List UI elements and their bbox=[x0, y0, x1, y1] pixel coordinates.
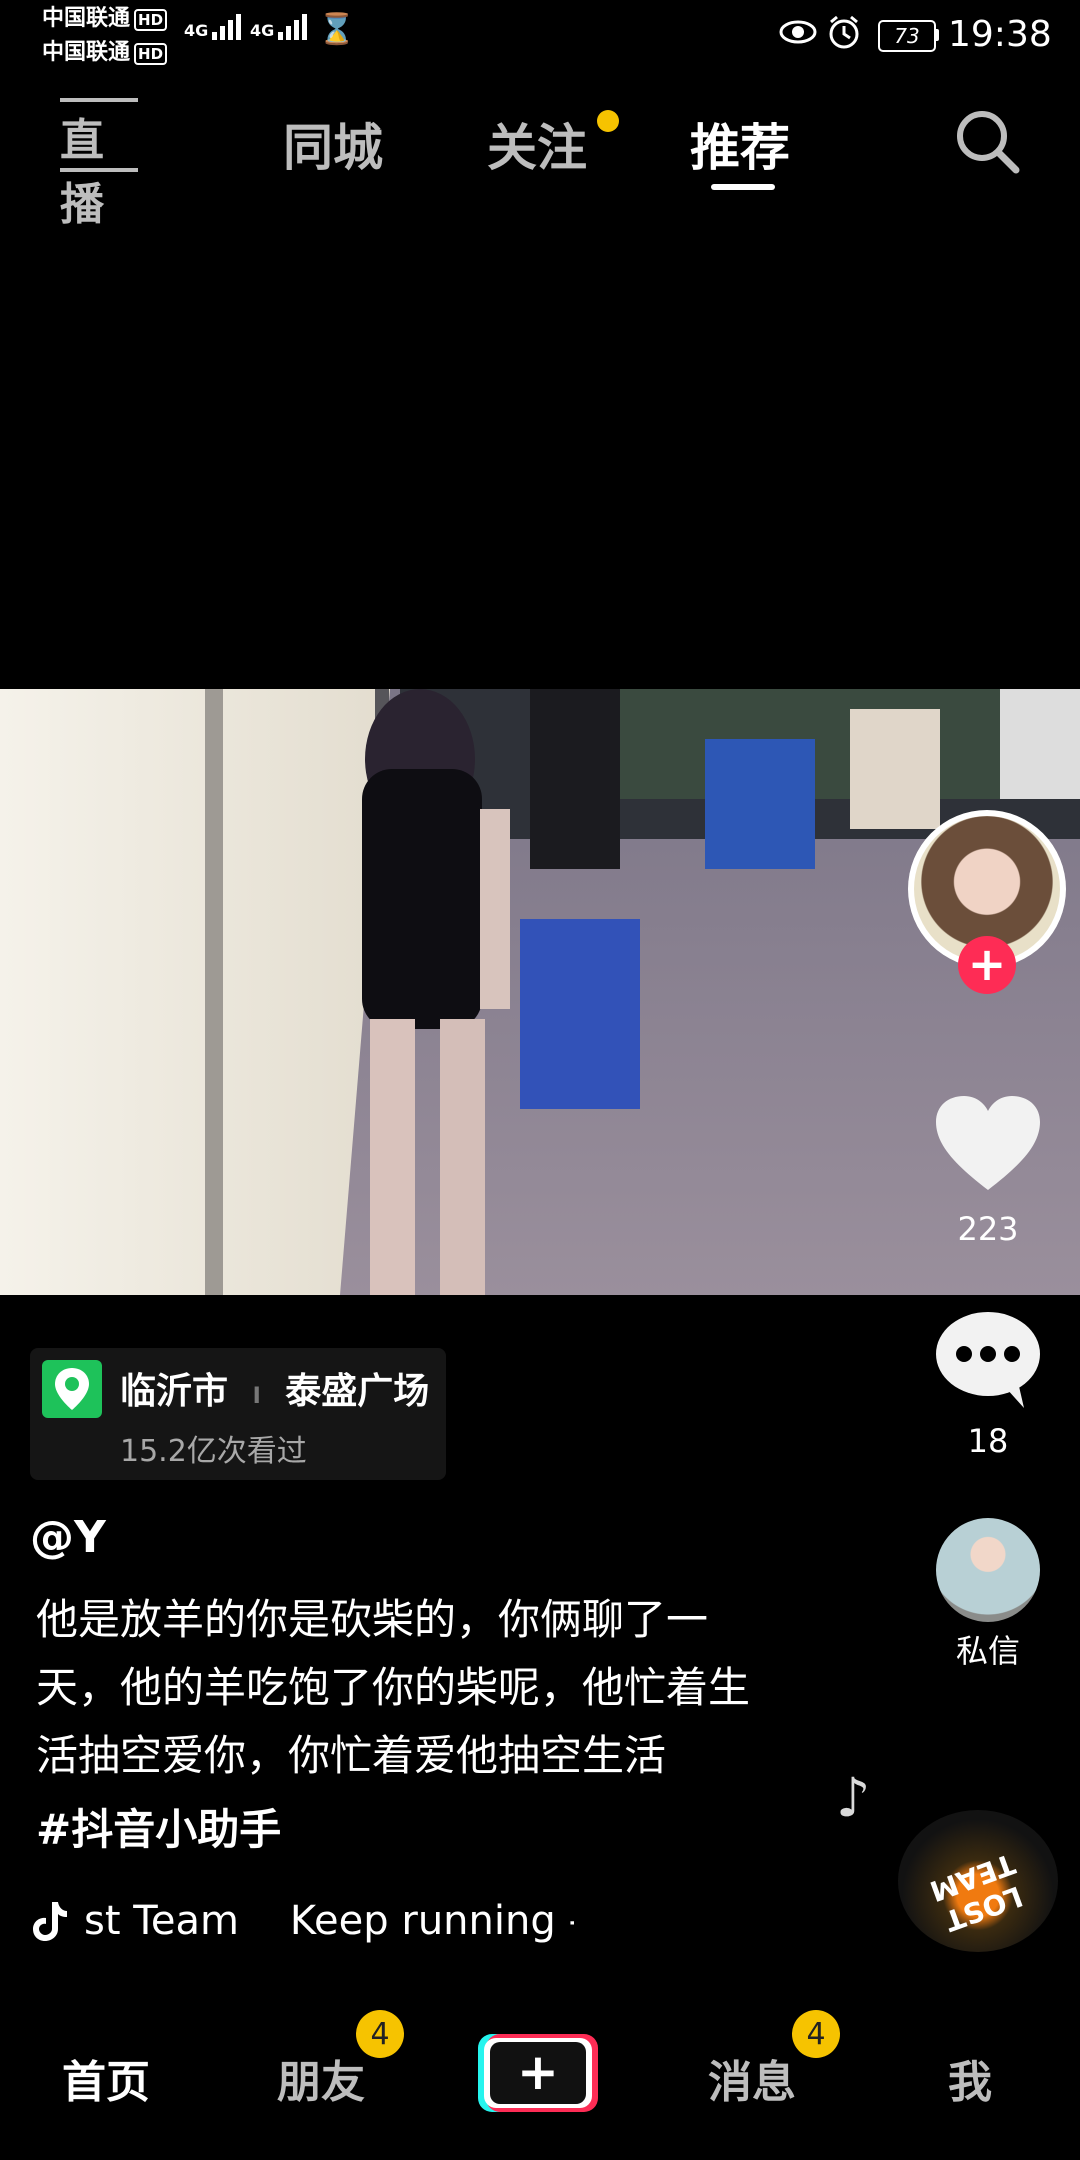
messages-badge: 4 bbox=[792, 2010, 840, 2058]
tab-following[interactable]: 关注 bbox=[487, 108, 587, 180]
nav-me[interactable]: 我 bbox=[948, 2046, 992, 2110]
location-separator: I bbox=[252, 1384, 261, 1409]
music-title[interactable]: st Team Keep running - L bbox=[84, 1898, 574, 1944]
comment-icon[interactable] bbox=[934, 1310, 1042, 1414]
comment-count: 18 bbox=[967, 1422, 1009, 1460]
clock-time: 19:38 bbox=[948, 14, 1052, 55]
nav-messages[interactable]: 消息 bbox=[708, 2046, 796, 2110]
signal-2-icon: 4G bbox=[250, 10, 308, 40]
signal-1-icon: 4G bbox=[184, 10, 242, 40]
dm-avatar[interactable] bbox=[936, 1518, 1040, 1622]
active-tab-indicator bbox=[711, 184, 775, 190]
search-icon[interactable] bbox=[954, 108, 1020, 178]
friends-badge: 4 bbox=[356, 2010, 404, 2058]
tiktok-music-icon bbox=[32, 1900, 68, 1946]
battery-tip bbox=[934, 29, 939, 41]
hashtag-link[interactable]: #抖音小助手 bbox=[36, 1796, 281, 1857]
location-place: 泰盛广场 bbox=[285, 1371, 430, 1412]
author-name[interactable]: @Y bbox=[30, 1512, 106, 1563]
plus-icon: + bbox=[490, 2042, 586, 2104]
tab-recommend[interactable]: 推荐 bbox=[690, 108, 790, 180]
location-pin-icon bbox=[42, 1360, 102, 1418]
nav-friends[interactable]: 朋友 bbox=[277, 2046, 365, 2110]
post-caption: 他是放羊的你是砍柴的，你俩聊了一天，他的羊吃饱了你的柴呢，他忙着生活抽空爱你，你… bbox=[36, 1595, 751, 1780]
status-bar: 中国联通 HD 中国联通 HD 4G 4G ⌛ 73 19:38 bbox=[0, 0, 1080, 72]
location-card[interactable]: 临沂市 I 泰盛广场 15.2亿次看过 bbox=[30, 1348, 446, 1480]
hourglass-icon: ⌛ bbox=[318, 12, 356, 47]
battery-icon: 73 bbox=[878, 20, 936, 52]
carrier-2: 中国联通 HD bbox=[42, 38, 168, 68]
tab-nearby[interactable]: 同城 bbox=[283, 108, 383, 180]
like-icon[interactable] bbox=[934, 1094, 1042, 1196]
location-views: 15.2亿次看过 bbox=[120, 1434, 307, 1469]
video-frame[interactable] bbox=[0, 689, 1080, 1295]
nav-home[interactable]: 首页 bbox=[62, 2046, 150, 2110]
eye-icon bbox=[778, 16, 818, 50]
live-button[interactable]: 直播 bbox=[60, 98, 138, 230]
music-disc[interactable]: LOST TEAM bbox=[898, 1810, 1058, 1952]
music-note-icon: ♪ bbox=[836, 1766, 871, 1829]
following-dot bbox=[597, 110, 619, 132]
carrier-1: 中国联通 HD bbox=[42, 4, 168, 34]
alarm-icon bbox=[826, 14, 862, 54]
location-city: 临沂市 bbox=[120, 1371, 229, 1412]
follow-button[interactable]: + bbox=[958, 936, 1016, 994]
dm-label[interactable]: 私信 bbox=[918, 1626, 1058, 1672]
create-button[interactable]: + bbox=[478, 2034, 598, 2112]
like-count: 223 bbox=[957, 1210, 1019, 1248]
